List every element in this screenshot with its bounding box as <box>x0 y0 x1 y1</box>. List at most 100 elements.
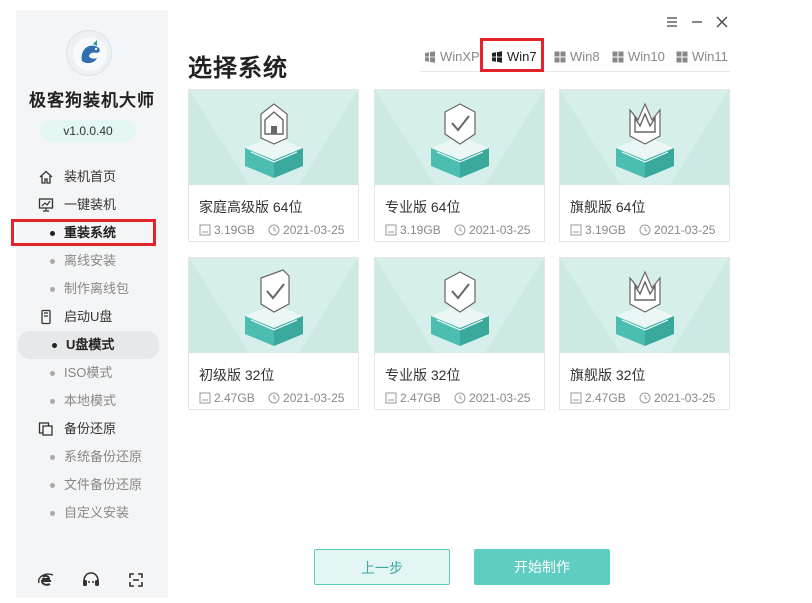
highlight-reinstall <box>11 219 156 246</box>
tab-win8[interactable]: Win8 <box>554 46 600 68</box>
home-icon <box>260 103 288 145</box>
card-name: 初级版 32位 <box>199 367 275 383</box>
disk-icon <box>385 392 397 404</box>
bullet-icon <box>50 399 55 404</box>
highlight-win7-tab <box>480 38 544 72</box>
app-logo <box>66 30 112 76</box>
nav-custom-install[interactable]: 自定义安装 <box>16 499 168 527</box>
nav-local-mode-label: 本地模式 <box>64 393 117 408</box>
nav-home[interactable]: 装机首页 <box>16 163 168 191</box>
card-date: 2021-03-25 <box>469 223 531 237</box>
nav-home-label: 装机首页 <box>64 169 117 184</box>
nav-system-backup[interactable]: 系统备份还原 <box>16 443 168 471</box>
close-icon[interactable] <box>714 14 730 30</box>
nav-usb-mode[interactable]: U盘模式 <box>18 331 159 359</box>
card-illustration <box>375 258 544 353</box>
clock-icon <box>454 224 466 236</box>
card-illustration <box>189 258 358 353</box>
system-card[interactable]: 专业版 32位 2.47GB 2021-03-25 <box>374 257 545 410</box>
card-meta: 2.47GB 2021-03-25 <box>199 391 354 405</box>
nav-iso-mode[interactable]: ISO模式 <box>16 359 168 387</box>
card-name: 专业版 64位 <box>385 199 461 215</box>
card-date: 2021-03-25 <box>283 391 345 405</box>
nav-system-backup-label: 系统备份还原 <box>64 449 143 464</box>
bullet-icon <box>50 455 55 460</box>
card-size: 3.19GB <box>400 223 441 237</box>
nav-one-click-label: 一键装机 <box>64 197 117 212</box>
bullet-icon <box>52 343 57 348</box>
tab-winxp-label: WinXP <box>440 49 480 64</box>
nav-iso-mode-label: ISO模式 <box>64 365 113 380</box>
chat-support-icon[interactable] <box>81 570 101 590</box>
start-make-button[interactable]: 开始制作 <box>474 549 610 585</box>
clock-icon <box>639 392 651 404</box>
bullet-icon <box>50 511 55 516</box>
nav-backup-restore-label: 备份还原 <box>64 421 117 436</box>
card-size: 2.47GB <box>585 391 626 405</box>
nav-make-offline-pkg[interactable]: 制作离线包 <box>16 275 168 303</box>
nav-file-backup[interactable]: 文件备份还原 <box>16 471 168 499</box>
disk-icon <box>385 224 397 236</box>
nav-boot-usb-label: 启动U盘 <box>64 309 113 324</box>
browser-icon[interactable] <box>36 570 56 590</box>
minimize-icon[interactable] <box>689 14 705 30</box>
card-size: 2.47GB <box>400 391 441 405</box>
clock-icon <box>268 224 280 236</box>
nav-usb-mode-label: U盘模式 <box>66 337 115 352</box>
card-size: 3.19GB <box>214 223 255 237</box>
disk-icon <box>199 392 211 404</box>
sidebar-footer <box>16 570 168 594</box>
backup-icon <box>38 422 53 436</box>
card-date: 2021-03-25 <box>654 223 716 237</box>
bullet-icon <box>50 287 55 292</box>
windows-icon <box>612 51 624 63</box>
system-card[interactable]: 旗舰版 32位 2.47GB 2021-03-25 <box>559 257 730 410</box>
nav-one-click[interactable]: 一键装机 <box>16 191 168 219</box>
fullscreen-icon[interactable] <box>126 570 146 590</box>
clock-icon <box>639 224 651 236</box>
card-size: 3.19GB <box>585 223 626 237</box>
crown-icon <box>629 270 661 313</box>
tab-winxp[interactable]: WinXP <box>424 46 480 68</box>
windows-icon <box>425 51 435 63</box>
prev-step-button[interactable]: 上一步 <box>314 549 450 585</box>
home-icon <box>39 170 53 184</box>
disk-icon <box>570 224 582 236</box>
system-card[interactable]: 初级版 32位 2.47GB 2021-03-25 <box>188 257 359 410</box>
menu-icon[interactable] <box>664 14 680 30</box>
card-meta: 3.19GB 2021-03-25 <box>199 223 354 237</box>
disk-icon <box>199 224 211 236</box>
usb-drive-icon <box>41 309 51 325</box>
system-card[interactable]: 旗舰版 64位 3.19GB 2021-03-25 <box>559 89 730 242</box>
nav-boot-usb[interactable]: 启动U盘 <box>16 303 168 331</box>
card-name: 旗舰版 64位 <box>570 199 646 215</box>
nav-local-mode[interactable]: 本地模式 <box>16 387 168 415</box>
card-illustration <box>560 258 729 353</box>
crown-icon <box>629 102 661 145</box>
check-shield-icon <box>444 103 476 145</box>
card-date: 2021-03-25 <box>469 391 531 405</box>
sidebar-nav: 装机首页 一键装机 重装系统 离线安装 制作离线包 启动U盘 U盘模式 ISO模… <box>16 163 168 527</box>
windows-icon <box>676 51 688 63</box>
tab-win11-label: Win11 <box>692 49 728 64</box>
system-card[interactable]: 专业版 64位 3.19GB 2021-03-25 <box>374 89 545 242</box>
system-card[interactable]: 家庭高级版 64位 3.19GB 2021-03-25 <box>188 89 359 242</box>
check-shield-icon <box>444 271 476 313</box>
sidebar: 极客狗装机大师 v1.0.0.40 装机首页 一键装机 重装系统 离线安装 制作… <box>16 10 168 598</box>
card-date: 2021-03-25 <box>654 391 716 405</box>
card-illustration <box>189 90 358 185</box>
nav-offline-install-label: 离线安装 <box>64 253 117 268</box>
card-date: 2021-03-25 <box>283 223 345 237</box>
card-size: 2.47GB <box>214 391 255 405</box>
os-version-tabs: WinXP Win7 Win8 Win10 Win11 <box>420 42 730 72</box>
nav-file-backup-label: 文件备份还原 <box>64 477 143 492</box>
app-name: 极客狗装机大师 <box>29 91 155 110</box>
tab-win10[interactable]: Win10 <box>612 46 665 68</box>
nav-offline-install[interactable]: 离线安装 <box>16 247 168 275</box>
version-badge: v1.0.0.40 <box>40 120 136 142</box>
nav-backup-restore[interactable]: 备份还原 <box>16 415 168 443</box>
page-title: 选择系统 <box>188 55 288 82</box>
bullet-icon <box>50 259 55 264</box>
tab-win11[interactable]: Win11 <box>676 46 728 68</box>
nav-make-offline-pkg-label: 制作离线包 <box>64 281 130 296</box>
